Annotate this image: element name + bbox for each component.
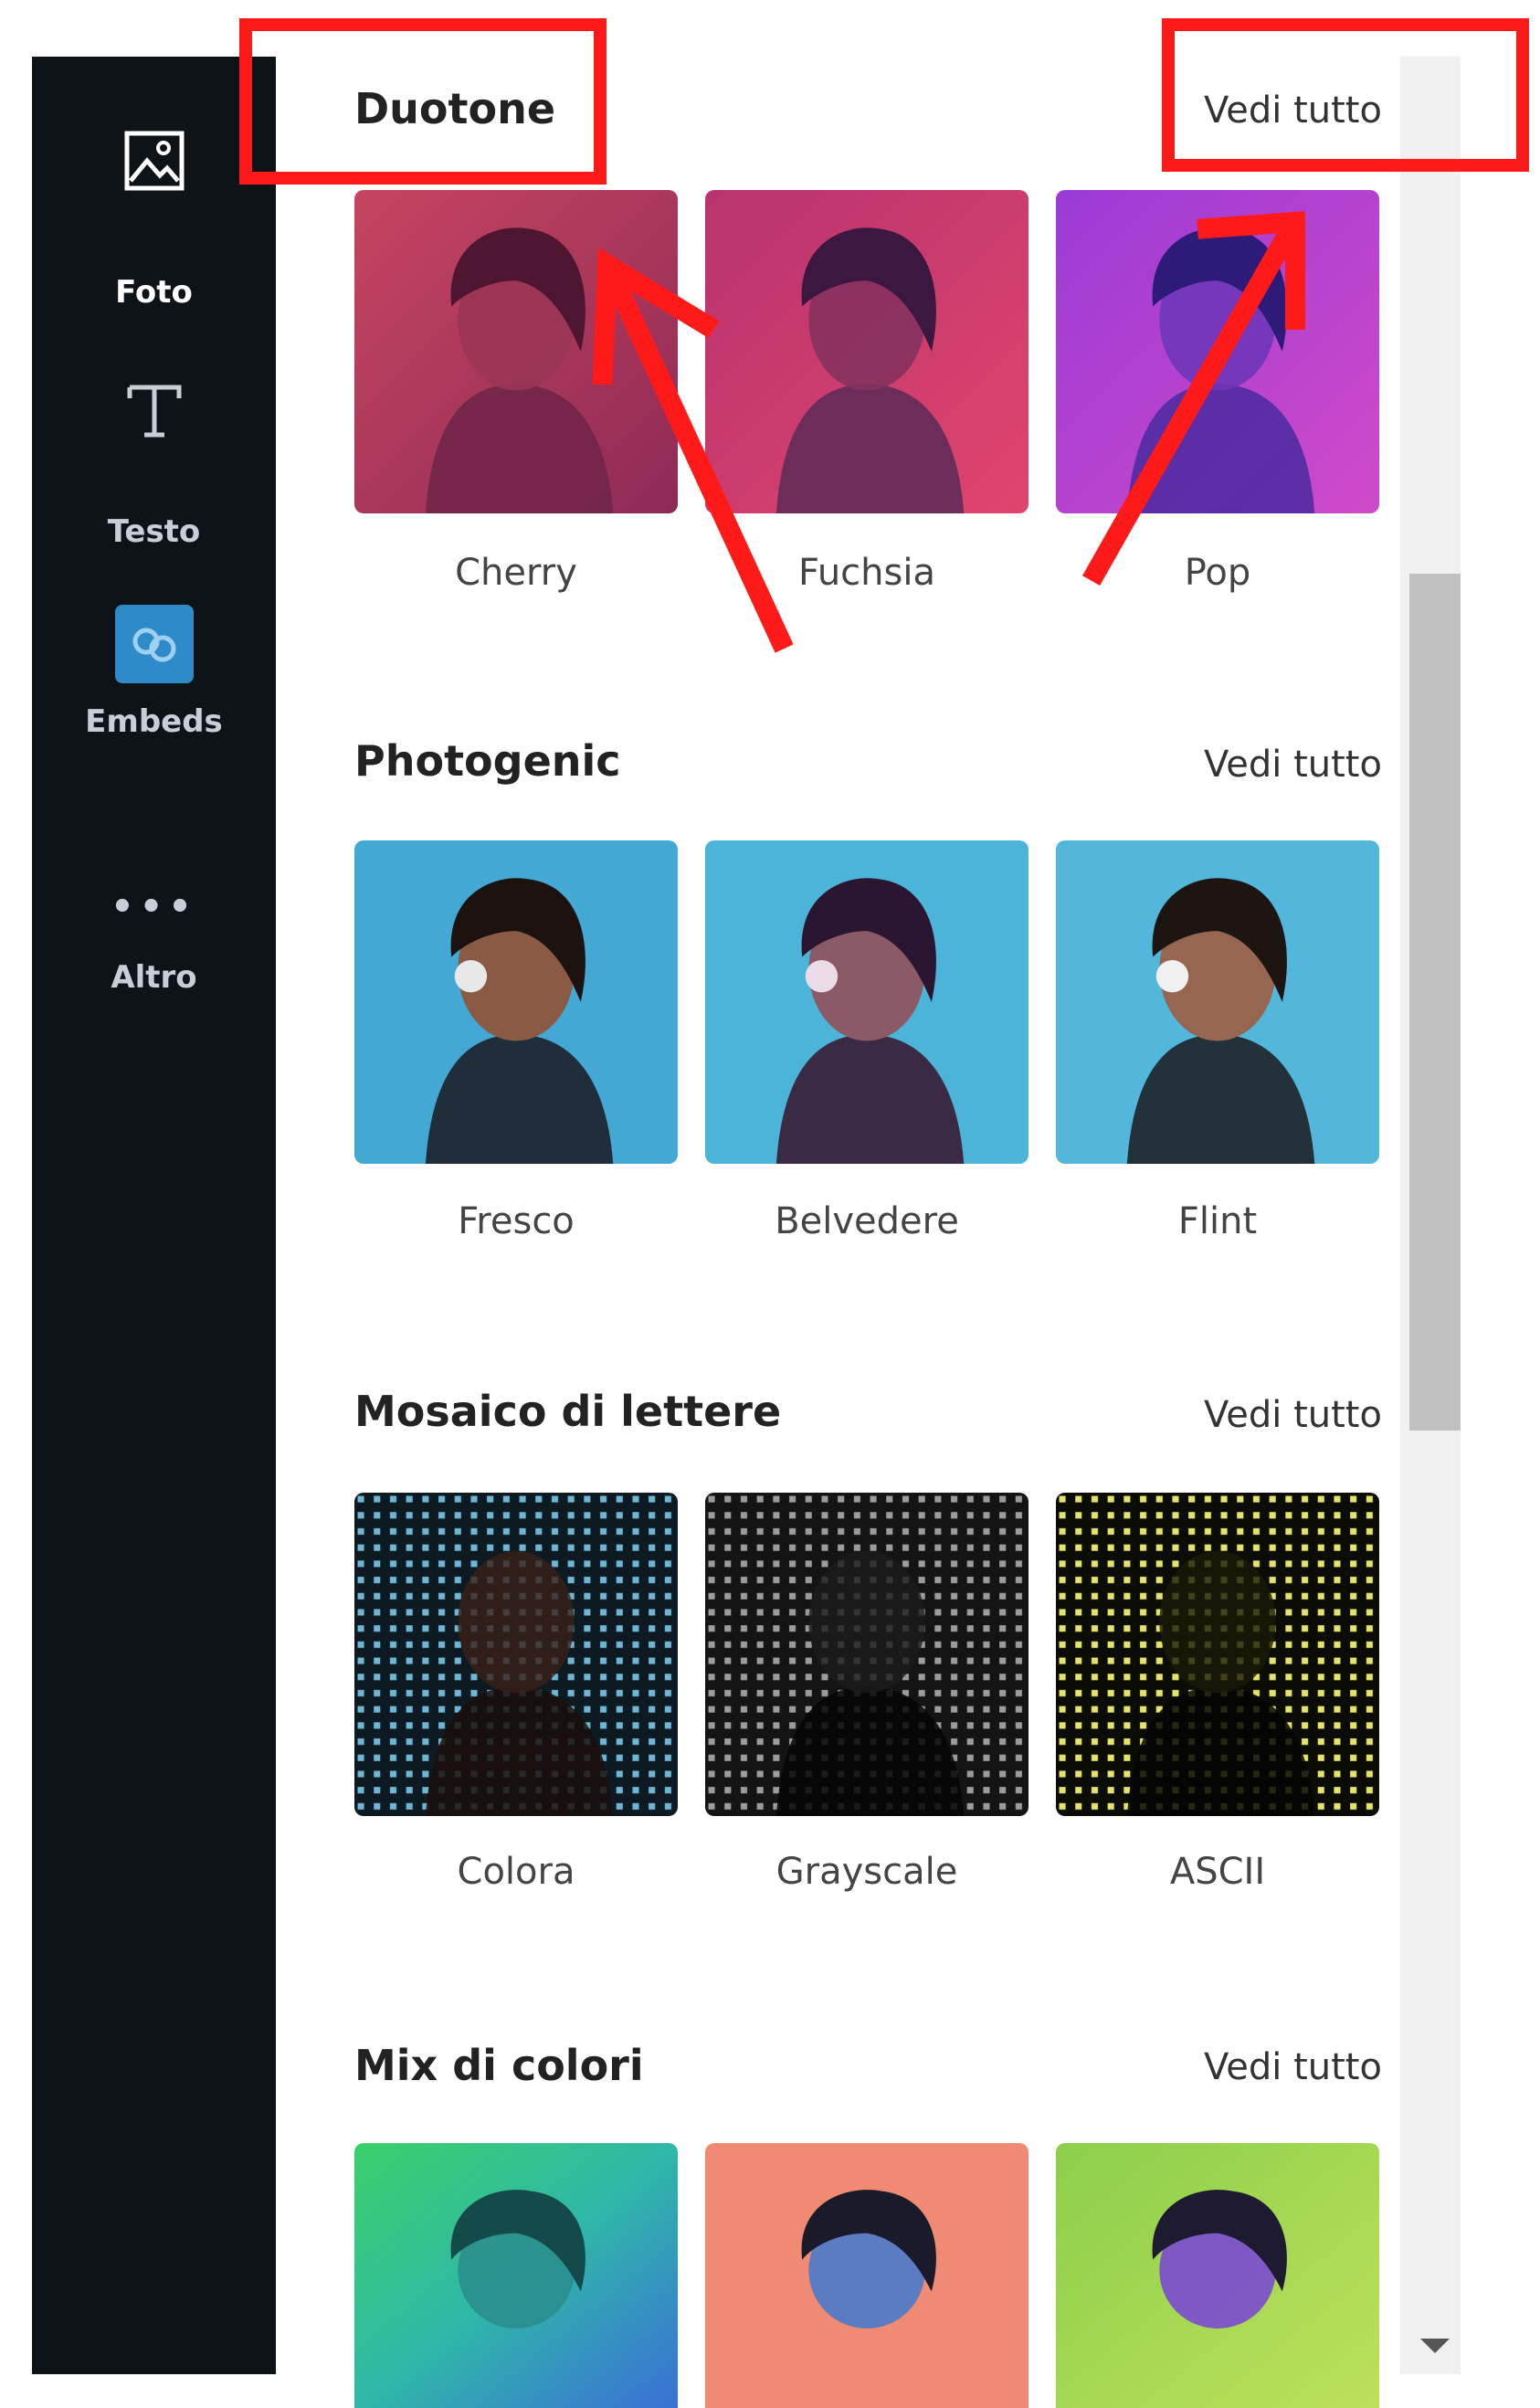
filter-label-flint: Flint <box>1177 1200 1258 1242</box>
sidebar-item-embeds[interactable]: Embeds <box>32 605 276 815</box>
see-all-link-mix-di-colori[interactable]: Vedi tutto <box>1204 2046 1382 2088</box>
sidebar-item-label: Testo <box>107 513 201 550</box>
filter-label-pop: Pop <box>1184 552 1251 594</box>
more-dots-icon: ••• <box>111 886 197 928</box>
filter-thumbnail-pop[interactable] <box>1056 190 1379 513</box>
filter-label-colora: Colora <box>457 1851 575 1893</box>
text-icon <box>127 385 181 438</box>
filter-label-fresco: Fresco <box>458 1200 575 1242</box>
section-title-mosaico: Mosaico di lettere <box>354 1387 782 1436</box>
see-all-link-mosaico[interactable]: Vedi tutto <box>1204 1394 1382 1436</box>
see-all-link-photogenic[interactable]: Vedi tutto <box>1204 744 1382 786</box>
section-title-mix-di-colori: Mix di colori <box>354 2041 644 2090</box>
filter-thumbnail-flint[interactable] <box>1056 840 1379 1164</box>
filter-label-fuchsia: Fuchsia <box>798 552 935 594</box>
sidebar: Foto Testo Embeds ••• Altro <box>32 57 276 2374</box>
sidebar-item-label: Embeds <box>85 703 223 740</box>
sidebar-item-altro[interactable]: ••• Altro <box>32 886 276 1069</box>
filter-thumbnail-ascii[interactable] <box>1056 1493 1379 1816</box>
annotation-box-duotone <box>239 18 607 185</box>
embeds-icon <box>114 605 194 683</box>
filter-label-ascii: ASCII <box>1169 1851 1266 1893</box>
scrollbar-thumb[interactable] <box>1409 574 1461 1431</box>
filter-thumbnail-grayscale[interactable] <box>705 1493 1028 1816</box>
filter-thumbnail-fuchsia[interactable] <box>705 190 1028 513</box>
scroll-down-arrow-icon[interactable] <box>1420 2339 1450 2353</box>
filter-thumbnail-cherry[interactable] <box>354 190 678 513</box>
sidebar-item-testo[interactable]: Testo <box>32 378 276 561</box>
filter-thumbnail-belvedere[interactable] <box>705 840 1028 1164</box>
filter-thumbnail-colora[interactable] <box>354 1493 678 1816</box>
sidebar-item-label: Altro <box>111 959 197 996</box>
filter-thumbnail-fresco[interactable] <box>354 840 678 1164</box>
image-icon <box>124 131 184 191</box>
filter-thumbnail-mix-1[interactable] <box>354 2143 678 2408</box>
filter-label-cherry: Cherry <box>455 552 577 594</box>
sidebar-item-label: Foto <box>115 274 193 311</box>
filter-label-belvedere: Belvedere <box>775 1200 959 1242</box>
section-title-photogenic: Photogenic <box>354 736 621 786</box>
filter-thumbnail-mix-3[interactable] <box>1056 2143 1379 2408</box>
filter-label-grayscale: Grayscale <box>775 1851 958 1893</box>
annotation-box-see-all <box>1162 18 1529 172</box>
filter-thumbnail-mix-2[interactable] <box>705 2143 1028 2408</box>
